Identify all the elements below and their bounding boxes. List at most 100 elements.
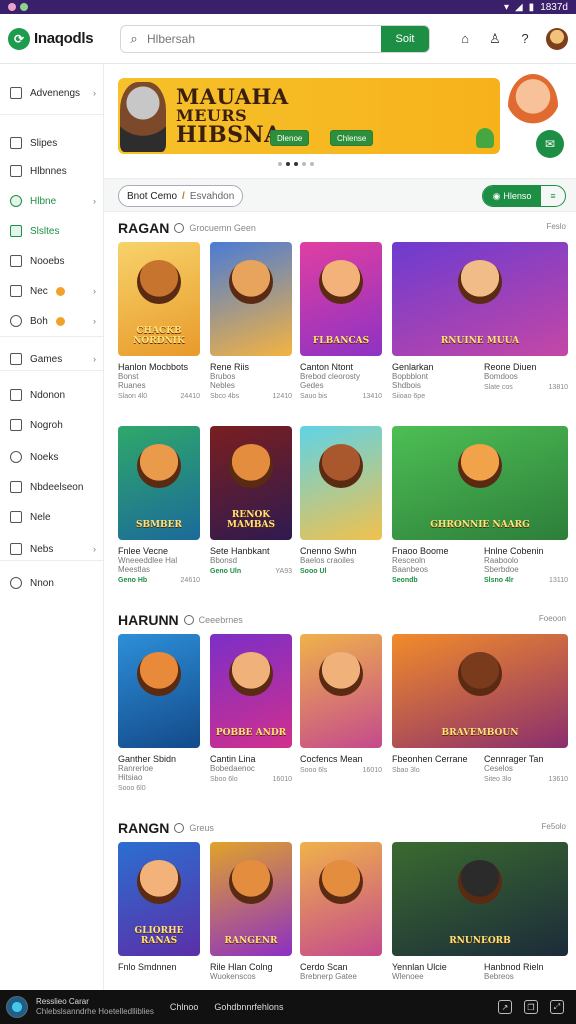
sidebar-item-1[interactable]: Slipes [0, 132, 104, 154]
game-card[interactable]: Cocfencs Mean Sooo 6ls 16010 [300, 634, 382, 774]
game-rtp: 13610 [548, 776, 568, 783]
bottom-link-1[interactable]: Chlnoo [170, 1002, 199, 1012]
game-thumbnail[interactable] [210, 242, 292, 356]
sidebar-item-4[interactable]: Slsltes [0, 220, 104, 242]
character-art [229, 860, 273, 904]
game-thumbnail[interactable]: RENOK MAMBAS [210, 426, 292, 540]
game-thumbnail[interactable]: FLBANCAS [300, 242, 382, 356]
game-thumbnail[interactable]: SBMBER [118, 426, 200, 540]
game-card[interactable]: Cerdo Scan Brebnerp Gatee [300, 842, 382, 984]
sidebar-item-10[interactable]: Nogroh [0, 414, 104, 436]
info-icon[interactable] [174, 223, 185, 233]
copy-icon[interactable]: ❐ [524, 1000, 538, 1014]
toggle-active[interactable]: ◉ Hlenso [483, 186, 541, 206]
game-thumbnail[interactable]: BRAVEMBOUN [392, 634, 568, 748]
game-card[interactable]: Cnenno Swhn Baelos craoiles Sooo Ul [300, 426, 382, 575]
game-category: Nebles [210, 381, 235, 390]
game-thumbnail[interactable]: CHACKB NORDNIK [118, 242, 200, 356]
gamepad-icon [10, 353, 22, 365]
calendar-icon [10, 389, 22, 401]
banner-character [120, 82, 166, 152]
promo-banner[interactable]: MAUAHA MEURS HIBSNA Dlenoe Chlense [118, 78, 500, 154]
sidebar-item-13[interactable]: Nele [0, 506, 104, 528]
game-card[interactable]: Rene Riis Brubos Nebles Sbco 4bs 12410 [210, 242, 292, 400]
sidebar-item-8[interactable]: Games › [0, 348, 104, 370]
see-all-link[interactable]: Feslo [546, 222, 566, 231]
toggle-inactive[interactable]: ≡ [541, 186, 565, 206]
game-thumbnail[interactable]: RNUNEORB [392, 842, 568, 956]
game-card[interactable]: POBBE ANDR Cantin Lina Bobedaenoc Sboo 6lo 1… [210, 634, 292, 783]
sidebar-item-7[interactable]: Boh › [0, 310, 104, 332]
section-title: HARUNN Ceeebrnes [118, 612, 243, 628]
search-button[interactable]: Soit [381, 25, 429, 52]
bottom-logo-icon[interactable] [6, 996, 28, 1018]
search-input[interactable] [147, 31, 381, 46]
game-provider: Bobedaenoc [210, 764, 255, 773]
game-card[interactable]: RENOK MAMBAS Sete Hanbkant Bbonsd Geno Uln Y… [210, 426, 292, 575]
game-meta: Sboo 6lo 16010 [210, 776, 292, 783]
game-card[interactable]: RNUNEORB Yennlan Ulcie Wlenoee Hanbnod Riel… [392, 842, 568, 984]
sidebar-item-label: Hlbne [30, 195, 57, 207]
sidebar-item-2[interactable]: Hlbnnes [0, 160, 104, 182]
carousel-dots[interactable] [278, 162, 314, 166]
game-name: Cantin Lina [210, 754, 256, 764]
gear-icon [10, 577, 22, 589]
bottom-bar: Resslieo Carar Chlebslsanndrhe Hoetelled… [0, 990, 576, 1024]
game-card[interactable]: RANGENR Rile Hlan Colng Wuokenscos [210, 842, 292, 984]
game-thumbnail[interactable]: RANGENR [210, 842, 292, 956]
game-rtp: 13810 [548, 384, 568, 391]
section-subtitle: Ceeebrnes [198, 615, 243, 625]
section-heading: RANGN [118, 820, 170, 836]
info-icon[interactable] [174, 823, 185, 833]
game-thumbnail[interactable] [300, 426, 382, 540]
see-all-link[interactable]: Fe5olo [542, 822, 566, 831]
share-icon[interactable]: ↗ [498, 1000, 512, 1014]
game-category: Gedes [300, 381, 324, 390]
sidebar-divider [0, 370, 104, 371]
game-thumbnail[interactable]: POBBE ANDR [210, 634, 292, 748]
sidebar-divider [0, 560, 104, 561]
sidebar-item-5[interactable]: Nooebs [0, 250, 104, 272]
filter-pill[interactable]: Bnot Cemo / Esvahdon [118, 185, 244, 207]
game-thumbnail[interactable]: GHRONNIE NAARG [392, 426, 568, 540]
gamepad-icon[interactable]: ⌂ [456, 30, 474, 48]
sidebar-item-3[interactable]: Hlbne › [0, 190, 104, 212]
game-card[interactable]: Ganther Sbidn Ranrerloe Hitsiao Sooo 6l0 [118, 634, 200, 792]
game-rtp: 13110 [549, 577, 568, 584]
game-card[interactable]: SBMBER Fnlee Vecne Wneeeddlee Hal Meestlas G… [118, 426, 200, 584]
avatar[interactable] [546, 27, 568, 50]
see-all-link[interactable]: Foeoon [539, 614, 566, 623]
sidebar-item-6[interactable]: Nec › [0, 280, 104, 302]
game-provider: Ranrerloe [118, 764, 154, 773]
game-thumbnail[interactable]: GLIORHE RANAS [118, 842, 200, 956]
game-card[interactable]: FLBANCAS Canton Ntont Brebod cleorosty Gede… [300, 242, 382, 400]
game-card[interactable]: GHRONNIE NAARG Fnaoo Boome Resceoln Baanbeo… [392, 426, 568, 584]
banner-button-1[interactable]: Dlenoe [270, 130, 310, 146]
game-stat: Siioao 6pe [392, 393, 426, 400]
game-thumbnail[interactable]: RNUINE MUUA [392, 242, 568, 356]
sidebar-item-15[interactable]: Nnon [0, 572, 104, 594]
bottom-link-2[interactable]: Gohdbnnrfehlons [214, 1002, 283, 1012]
game-card[interactable]: GLIORHE RANAS Fnlo Smdnnen [118, 842, 200, 975]
chat-button[interactable]: ✉ [536, 130, 564, 158]
sidebar-item-11[interactable]: Noeks [0, 446, 104, 468]
sidebar-item-14[interactable]: Nebs › [0, 538, 104, 560]
sidebar-item-12[interactable]: Nbdeelseon [0, 476, 104, 498]
info-icon[interactable] [183, 615, 194, 625]
game-stat: Slaon 4l0 [118, 393, 148, 400]
game-thumbnail[interactable] [118, 634, 200, 748]
sidebar-item-0[interactable]: Advenengs › [0, 82, 104, 104]
user-icon[interactable]: ♙ [486, 30, 504, 48]
game-card[interactable]: BRAVEMBOUN Fbeonhen Cerrane Sbao 3lo Cennra… [392, 634, 568, 783]
help-icon[interactable]: ? [516, 30, 534, 48]
game-thumbnail[interactable] [300, 842, 382, 956]
sidebar-item-label: Boh [30, 315, 48, 327]
banner-button-2[interactable]: Chlense [330, 130, 374, 146]
app-logo[interactable]: ⟳ Inaqodls [8, 27, 112, 50]
game-card[interactable]: CHACKB NORDNIK Hanlon Mocbbots Bonst Ruanes… [118, 242, 200, 400]
game-card[interactable]: RNUINE MUUA Genlarkan Bopbblont Shdbois Siio… [392, 242, 568, 400]
expand-icon[interactable]: ⤢ [550, 1000, 564, 1014]
view-toggle[interactable]: ◉ Hlenso ≡ [482, 185, 566, 207]
sidebar-item-9[interactable]: Ndonon [0, 384, 104, 406]
game-thumbnail[interactable] [300, 634, 382, 748]
